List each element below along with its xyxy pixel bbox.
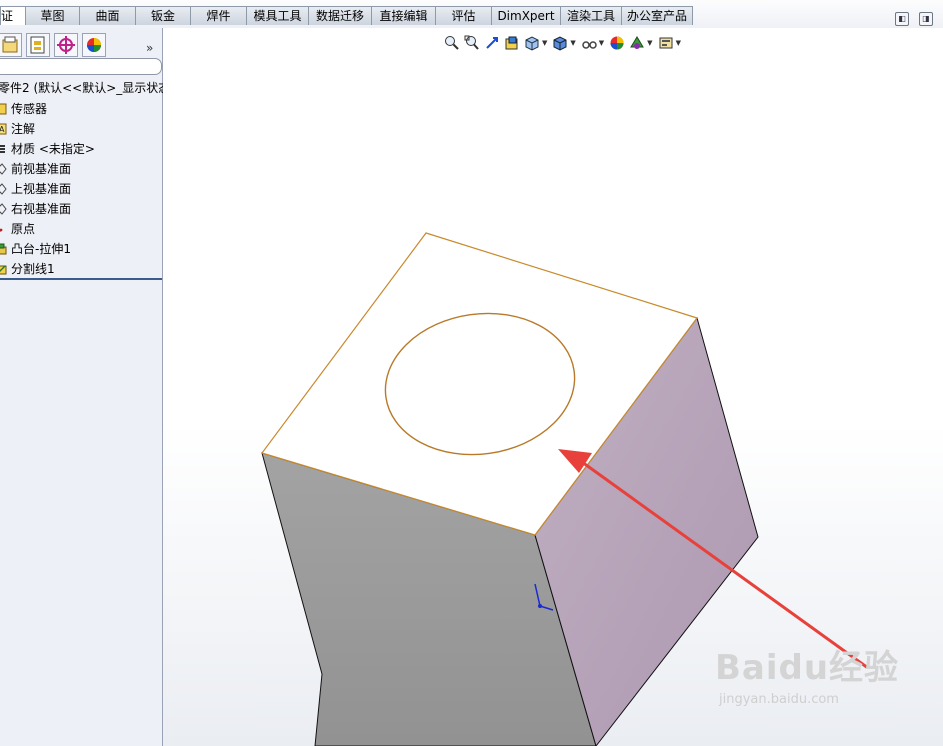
watermark-url: jingyan.baidu.com (719, 692, 839, 707)
model-canvas (261, 232, 869, 746)
baidu-watermark: Baidu经验 jingyan.baidu.com (715, 640, 900, 707)
watermark-logo: Baidu经验 (715, 648, 900, 688)
